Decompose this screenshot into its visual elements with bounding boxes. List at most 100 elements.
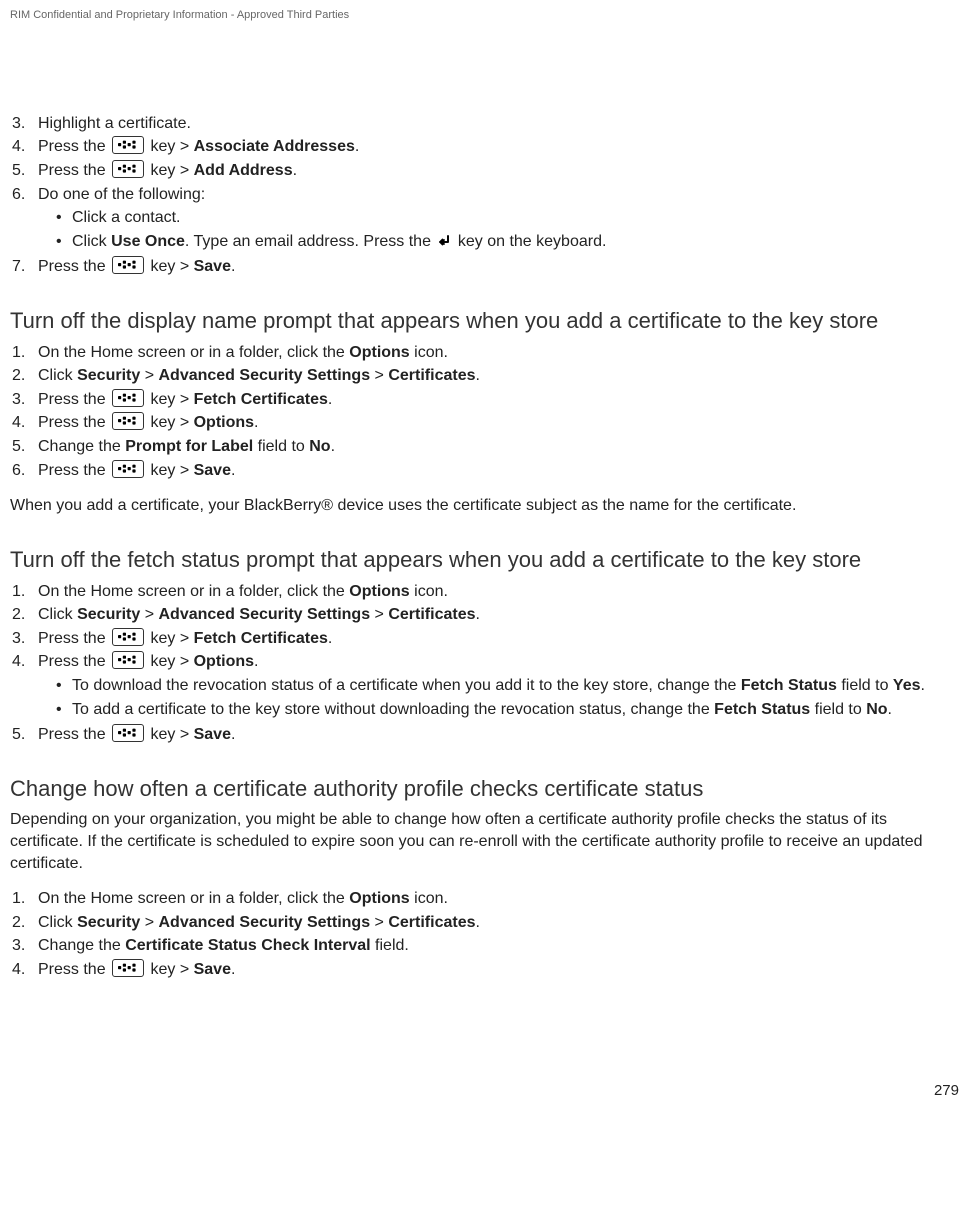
- sub-bullets: •To download the revocation status of a …: [56, 675, 963, 720]
- step-3: 3. Highlight a certificate.: [10, 113, 963, 135]
- text: Do one of the following:: [38, 186, 205, 203]
- text: key >: [146, 162, 194, 179]
- bullet-2: •To add a certificate to the key store w…: [56, 699, 963, 721]
- text: .: [231, 462, 235, 479]
- text: >: [370, 914, 388, 931]
- text: .: [331, 438, 335, 455]
- text: .: [328, 391, 332, 408]
- text: field to: [253, 438, 309, 455]
- sec3-steps: 1. On the Home screen or in a folder, cl…: [10, 888, 963, 980]
- bold-text: Use Once: [111, 233, 185, 250]
- step-number: 3.: [10, 628, 38, 650]
- step-text: Press the key > Add Address.: [38, 160, 963, 182]
- step-number: 1.: [10, 888, 38, 910]
- step-number: 4.: [10, 136, 38, 158]
- bold-text: Certificate Status Check Interval: [125, 937, 370, 954]
- text: key >: [146, 653, 194, 670]
- text: .: [231, 726, 235, 743]
- text: On the Home screen or in a folder, click…: [38, 344, 349, 361]
- text: .: [231, 258, 235, 275]
- step-4: 4. Press the key > Options.: [10, 412, 963, 434]
- sec1-paragraph: When you add a certificate, your BlackBe…: [10, 495, 963, 517]
- bold-text: Advanced Security Settings: [158, 914, 370, 931]
- bold-text: Advanced Security Settings: [158, 606, 370, 623]
- bullet-dot: •: [56, 699, 72, 721]
- section-heading-fetch-status-prompt: Turn off the fetch status prompt that ap…: [10, 545, 963, 575]
- step-number: 1.: [10, 342, 38, 364]
- text: >: [370, 367, 388, 384]
- text: >: [140, 914, 158, 931]
- menu-key-icon: [112, 389, 144, 407]
- text: To download the revocation status of a c…: [72, 677, 741, 694]
- text: key >: [146, 391, 194, 408]
- text: .: [888, 701, 892, 718]
- bullet-1: •To download the revocation status of a …: [56, 675, 963, 697]
- step-text: Change the Prompt for Label field to No.: [38, 436, 963, 458]
- text: key >: [146, 138, 194, 155]
- step-number: 3.: [10, 113, 38, 135]
- step-text: On the Home screen or in a folder, click…: [38, 342, 963, 364]
- menu-key-icon: [112, 136, 144, 154]
- text: >: [370, 606, 388, 623]
- bullet-dot: •: [56, 207, 72, 229]
- step-text: Change the Certificate Status Check Inte…: [38, 935, 963, 957]
- step-text: Do one of the following: •Click a contac…: [38, 184, 963, 255]
- bold-text: Options: [194, 414, 254, 431]
- text: .: [355, 138, 359, 155]
- bold-text: Certificates: [388, 914, 475, 931]
- text: field.: [371, 937, 409, 954]
- step-2: 2. Click Security > Advanced Security Se…: [10, 912, 963, 934]
- text: Press the: [38, 653, 110, 670]
- text: >: [140, 606, 158, 623]
- text: Press the: [38, 138, 110, 155]
- bullet-1: •Click a contact.: [56, 207, 963, 229]
- step-2: 2. Click Security > Advanced Security Se…: [10, 604, 963, 626]
- step-text: Click Security > Advanced Security Setti…: [38, 604, 963, 626]
- bullet-dot: •: [56, 231, 72, 253]
- text: >: [140, 367, 158, 384]
- menu-key-icon: [112, 959, 144, 977]
- bold-text: Add Address: [194, 162, 293, 179]
- bold-text: Save: [194, 462, 231, 479]
- bold-text: No: [866, 701, 887, 718]
- sec2-steps: 1. On the Home screen or in a folder, cl…: [10, 581, 963, 746]
- text: Press the: [38, 961, 110, 978]
- menu-key-icon: [112, 651, 144, 669]
- bold-text: Certificates: [388, 367, 475, 384]
- step-number: 1.: [10, 581, 38, 603]
- step-number: 7.: [10, 256, 38, 278]
- text: .: [328, 630, 332, 647]
- text: key >: [146, 258, 194, 275]
- menu-key-icon: [112, 628, 144, 646]
- text: Press the: [38, 462, 110, 479]
- text: On the Home screen or in a folder, click…: [38, 583, 349, 600]
- step-number: 4.: [10, 959, 38, 981]
- page-number: 279: [10, 1081, 963, 1101]
- step-text: Press the key > Fetch Certificates.: [38, 628, 963, 650]
- step-4: 4. Press the key > Associate Addresses.: [10, 136, 963, 158]
- bold-text: Fetch Status: [741, 677, 837, 694]
- text: .: [254, 414, 258, 431]
- text: key >: [146, 462, 194, 479]
- bold-text: Options: [194, 653, 254, 670]
- step-number: 2.: [10, 912, 38, 934]
- text: key >: [146, 414, 194, 431]
- section-heading-display-name-prompt: Turn off the display name prompt that ap…: [10, 306, 963, 336]
- bold-text: Associate Addresses: [194, 138, 355, 155]
- step-number: 4.: [10, 412, 38, 434]
- text: Press the: [38, 162, 110, 179]
- step-6: 6. Do one of the following: •Click a con…: [10, 184, 963, 255]
- step-3: 3. Change the Certificate Status Check I…: [10, 935, 963, 957]
- text: Click: [72, 233, 111, 250]
- bold-text: Security: [77, 914, 140, 931]
- bullet-text: Click Use Once. Type an email address. P…: [72, 231, 963, 253]
- bold-text: Prompt for Label: [125, 438, 253, 455]
- bullet-dot: •: [56, 675, 72, 697]
- step-number: 5.: [10, 160, 38, 182]
- step-6: 6. Press the key > Save.: [10, 460, 963, 482]
- intro-steps: 3. Highlight a certificate. 4. Press the…: [10, 113, 963, 278]
- step-number: 2.: [10, 365, 38, 387]
- bold-text: Options: [349, 344, 409, 361]
- step-5: 5. Press the key > Add Address.: [10, 160, 963, 182]
- menu-key-icon: [112, 160, 144, 178]
